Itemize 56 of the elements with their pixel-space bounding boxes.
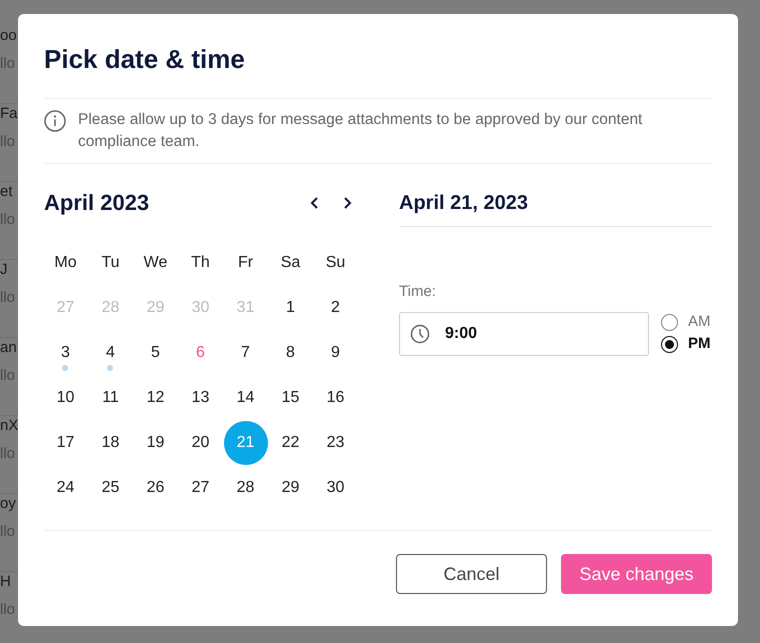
chevron-left-icon xyxy=(310,196,320,210)
weekday-label: Mo xyxy=(54,252,77,272)
calendar-day[interactable]: 8 xyxy=(268,330,312,374)
weekday-label: Sa xyxy=(280,252,300,272)
calendar-day[interactable]: 14 xyxy=(224,376,268,420)
calendar-day[interactable]: 24 xyxy=(44,466,88,510)
calendar-day[interactable]: 10 xyxy=(44,376,88,420)
cancel-button[interactable]: Cancel xyxy=(396,554,547,594)
calendar-day[interactable]: 30 xyxy=(314,466,358,510)
chevron-right-icon xyxy=(342,196,352,210)
calendar-day[interactable]: 3 xyxy=(44,330,88,374)
calendar-day[interactable]: 9 xyxy=(314,330,358,374)
month-title: April 2023 xyxy=(44,189,150,217)
info-icon xyxy=(44,110,66,132)
calendar-day[interactable]: 18 xyxy=(88,420,132,464)
calendar-day[interactable]: 23 xyxy=(314,420,358,464)
calendar-day[interactable]: 28 xyxy=(224,466,268,510)
selected-date-title: April 21, 2023 xyxy=(399,191,529,216)
weekday-label: Tu xyxy=(101,252,120,272)
contact-name: nX xyxy=(0,416,18,436)
calendar-day[interactable]: 15 xyxy=(268,376,312,420)
calendar-day[interactable]: 4 xyxy=(88,330,132,374)
calendar-day[interactable]: 19 xyxy=(134,420,178,464)
period-radio[interactable]: PM xyxy=(661,334,710,354)
clock-icon xyxy=(410,324,430,344)
weekday-label: Fr xyxy=(238,252,254,272)
contact-name: oo xyxy=(0,26,18,46)
dialog-title: Pick date & time xyxy=(44,43,245,76)
contact-name: J xyxy=(0,260,8,280)
period-radio[interactable]: AM xyxy=(661,312,710,332)
time-label: Time: xyxy=(399,282,436,302)
contact-name: H xyxy=(0,572,12,592)
calendar-day[interactable]: 16 xyxy=(314,376,358,420)
calendar-day[interactable]: 5 xyxy=(134,330,178,374)
time-field[interactable]: 9:00 xyxy=(399,312,649,356)
notice-text: Please allow up to 3 days for message attachments to be approved by our content compliance team. xyxy=(78,110,644,152)
weekday-label: Th xyxy=(191,252,210,272)
calendar-day[interactable]: 17 xyxy=(44,420,88,464)
calendar-day[interactable]: 20 xyxy=(178,420,222,464)
calendar-day[interactable]: 25 xyxy=(88,466,132,510)
weekday-label: Su xyxy=(326,252,346,272)
calendar-day[interactable]: 22 xyxy=(268,420,312,464)
weekday-label: We xyxy=(144,252,168,272)
calendar-day[interactable]: 1 xyxy=(268,286,312,330)
calendar-day[interactable]: 26 xyxy=(134,466,178,510)
calendar-day[interactable]: 29 xyxy=(268,466,312,510)
contact-name: an xyxy=(0,338,18,358)
calendar-day[interactable]: 11 xyxy=(88,376,132,420)
calendar-day[interactable]: 13 xyxy=(178,376,222,420)
contact-name: oy xyxy=(0,494,17,514)
calendar-day[interactable]: 2 xyxy=(314,286,358,330)
calendar-day[interactable]: 7 xyxy=(224,330,268,374)
contact-name: Fa xyxy=(0,104,18,124)
calendar-day[interactable]: 12 xyxy=(134,376,178,420)
calendar-day[interactable]: 27 xyxy=(178,466,222,510)
contact-name: et xyxy=(0,182,14,202)
